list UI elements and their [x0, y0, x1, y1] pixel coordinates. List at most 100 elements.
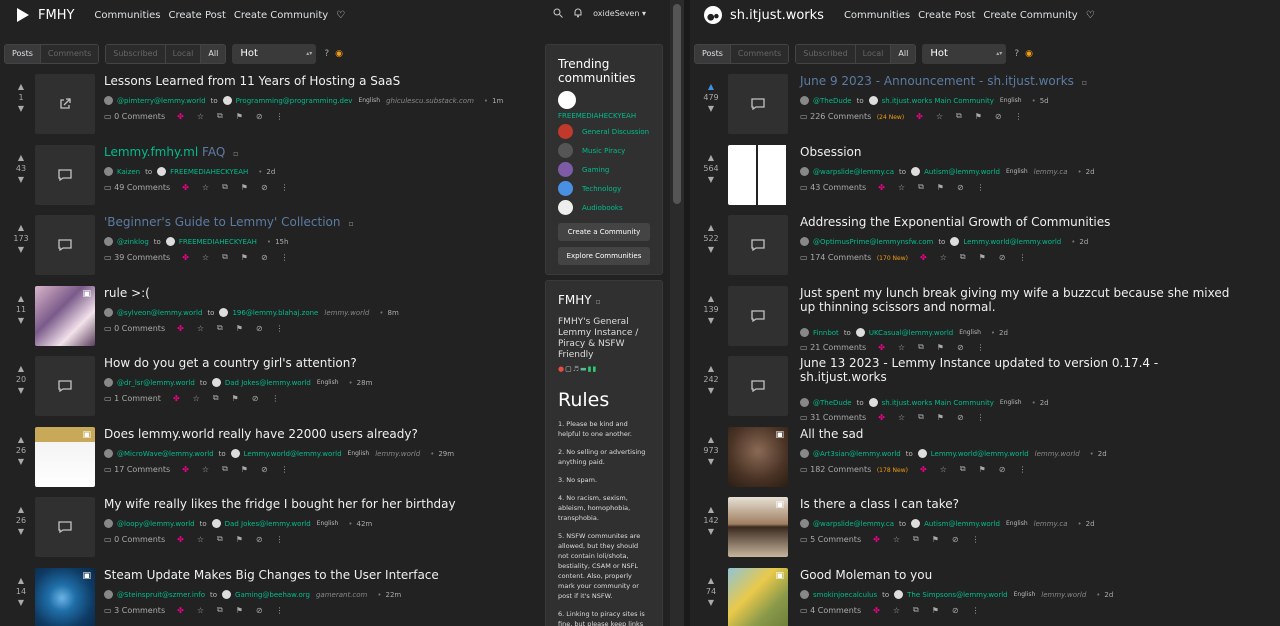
comments-link[interactable]: ▭ 43 Comments: [800, 183, 866, 192]
post-title[interactable]: rule >:(: [104, 286, 150, 300]
post-community[interactable]: 196@lemmy.blahaj.zone: [232, 309, 318, 317]
post-author[interactable]: @warpslide@lemmy.ca: [813, 520, 894, 528]
upvote-button[interactable]: ▲: [8, 364, 34, 374]
image-thumbnail[interactable]: ▣: [728, 427, 788, 487]
local-toggle[interactable]: Local: [855, 45, 892, 63]
copy-icon[interactable]: ⧉: [217, 111, 223, 121]
heart-icon[interactable]: ♡: [336, 10, 345, 21]
flag-icon[interactable]: ⚑: [937, 183, 944, 192]
more-icon[interactable]: ⋮: [972, 606, 980, 615]
sort-select[interactable]: Hot: [922, 44, 1007, 64]
local-toggle[interactable]: Local: [165, 45, 202, 63]
text-thumbnail[interactable]: [728, 215, 788, 275]
heart-icon[interactable]: ♡: [1086, 10, 1095, 21]
bell-icon[interactable]: [573, 8, 583, 18]
more-icon[interactable]: ⋮: [977, 183, 985, 192]
nav-create-post-link[interactable]: Create Post: [169, 10, 226, 21]
upvote-button[interactable]: ▲: [698, 294, 724, 304]
nav-create-community-link[interactable]: Create Community: [983, 10, 1077, 21]
more-icon[interactable]: ⋮: [281, 465, 289, 474]
text-thumbnail[interactable]: [728, 74, 788, 134]
link-thumbnail[interactable]: [35, 74, 95, 134]
flag-icon[interactable]: ⚑: [236, 606, 243, 615]
post-community[interactable]: Lemmy.world@lemmy.world: [244, 450, 342, 458]
copy-icon[interactable]: ⧉: [222, 464, 228, 474]
copy-icon[interactable]: ⧉: [913, 534, 919, 544]
comments-link[interactable]: ▭ 3 Comments: [104, 606, 165, 615]
cross-post-icon[interactable]: ✤: [878, 413, 885, 422]
image-thumbnail[interactable]: ▣: [35, 286, 95, 346]
copy-icon[interactable]: ⧉: [222, 252, 228, 262]
copy-icon[interactable]: ⧉: [918, 342, 924, 352]
post-title[interactable]: Lemmy.fmhy.ml FAQ ▫: [104, 145, 239, 159]
left-scrollbar[interactable]: [670, 0, 684, 626]
image-thumbnail[interactable]: ▣: [35, 568, 95, 626]
trending-community[interactable]: FREEMEDIAHECKYEAH: [558, 91, 650, 120]
downvote-button[interactable]: ▼: [8, 245, 34, 255]
downvote-button[interactable]: ▼: [698, 175, 724, 185]
cross-post-icon[interactable]: ✤: [182, 253, 189, 262]
post-domain[interactable]: lemmy.ca: [1034, 168, 1068, 176]
downvote-button[interactable]: ▼: [698, 245, 724, 255]
posts-toggle[interactable]: Posts: [695, 45, 731, 63]
post-author[interactable]: @TheDude: [813, 97, 852, 105]
post-community[interactable]: FREEMEDIAHECKYEAH: [170, 168, 248, 176]
search-icon[interactable]: [553, 8, 563, 18]
star-icon[interactable]: ☆: [898, 343, 905, 352]
post-community[interactable]: Programming@programming.dev: [236, 97, 353, 105]
post-community[interactable]: UKCasual@lemmy.world: [869, 329, 953, 337]
star-icon[interactable]: ☆: [940, 253, 947, 262]
rss-icon[interactable]: ◉: [335, 49, 343, 59]
upvote-button[interactable]: ▲: [8, 153, 34, 163]
copy-icon[interactable]: ⧉: [213, 393, 219, 403]
flag-icon[interactable]: ⚑: [975, 112, 982, 121]
star-icon[interactable]: ☆: [898, 413, 905, 422]
copy-icon[interactable]: ⧉: [217, 534, 223, 544]
downvote-button[interactable]: ▼: [698, 457, 724, 467]
upvote-button[interactable]: ▲: [8, 505, 34, 515]
block-icon[interactable]: ⊘: [256, 112, 263, 121]
star-icon[interactable]: ☆: [202, 183, 209, 192]
downvote-button[interactable]: ▼: [8, 104, 34, 114]
copy-icon[interactable]: ⧉: [960, 464, 966, 474]
post-author[interactable]: @warpslide@lemmy.ca: [813, 168, 894, 176]
star-icon[interactable]: ☆: [936, 112, 943, 121]
cross-post-icon[interactable]: ✤: [920, 465, 927, 474]
star-icon[interactable]: ☆: [202, 253, 209, 262]
star-icon[interactable]: ☆: [202, 465, 209, 474]
more-icon[interactable]: ⋮: [1018, 253, 1026, 262]
post-community[interactable]: Lemmy.world@lemmy.world: [931, 450, 1029, 458]
nav-communities-link[interactable]: Communities: [844, 10, 910, 21]
trending-community[interactable]: Technology: [558, 181, 650, 196]
comments-link[interactable]: ▭ 0 Comments: [104, 324, 165, 333]
post-domain[interactable]: gamerant.com: [316, 591, 367, 599]
block-icon[interactable]: ⊘: [957, 183, 964, 192]
cross-post-icon[interactable]: ✤: [873, 606, 880, 615]
text-thumbnail[interactable]: [35, 215, 95, 275]
post-title[interactable]: Lessons Learned from 11 Years of Hosting…: [104, 74, 400, 88]
downvote-button[interactable]: ▼: [8, 386, 34, 396]
post-author[interactable]: @TheDude: [813, 399, 852, 407]
post-title[interactable]: Obsession: [800, 145, 861, 159]
cross-post-icon[interactable]: ✤: [878, 343, 885, 352]
scrollbar-thumb[interactable]: [673, 4, 681, 204]
trending-community[interactable]: Gaming: [558, 162, 650, 177]
comments-link[interactable]: ▭ 182 Comments (178 New): [800, 465, 908, 474]
cross-post-icon[interactable]: ✤: [177, 606, 184, 615]
downvote-button[interactable]: ▼: [698, 316, 724, 326]
upvote-button[interactable]: ▲: [698, 505, 724, 515]
upvote-button[interactable]: ▲: [8, 82, 34, 92]
downvote-button[interactable]: ▼: [698, 598, 724, 608]
post-author[interactable]: @OptimusPrime@lemmynsfw.com: [813, 238, 933, 246]
star-icon[interactable]: ☆: [940, 465, 947, 474]
comments-link[interactable]: ▭ 1 Comment: [104, 394, 161, 403]
right-brand[interactable]: sh.itjust.works: [704, 6, 824, 24]
all-toggle[interactable]: All: [891, 45, 916, 63]
post-community[interactable]: sh.itjust.works Main Community: [882, 399, 994, 407]
post-title[interactable]: My wife really likes the fridge I bought…: [104, 497, 456, 511]
comments-link[interactable]: ▭ 39 Comments: [104, 253, 170, 262]
cross-post-icon[interactable]: ✤: [173, 394, 180, 403]
star-icon[interactable]: ☆: [893, 535, 900, 544]
post-author[interactable]: Kaizen: [117, 168, 140, 176]
post-domain[interactable]: lemmy.world: [1035, 450, 1080, 458]
